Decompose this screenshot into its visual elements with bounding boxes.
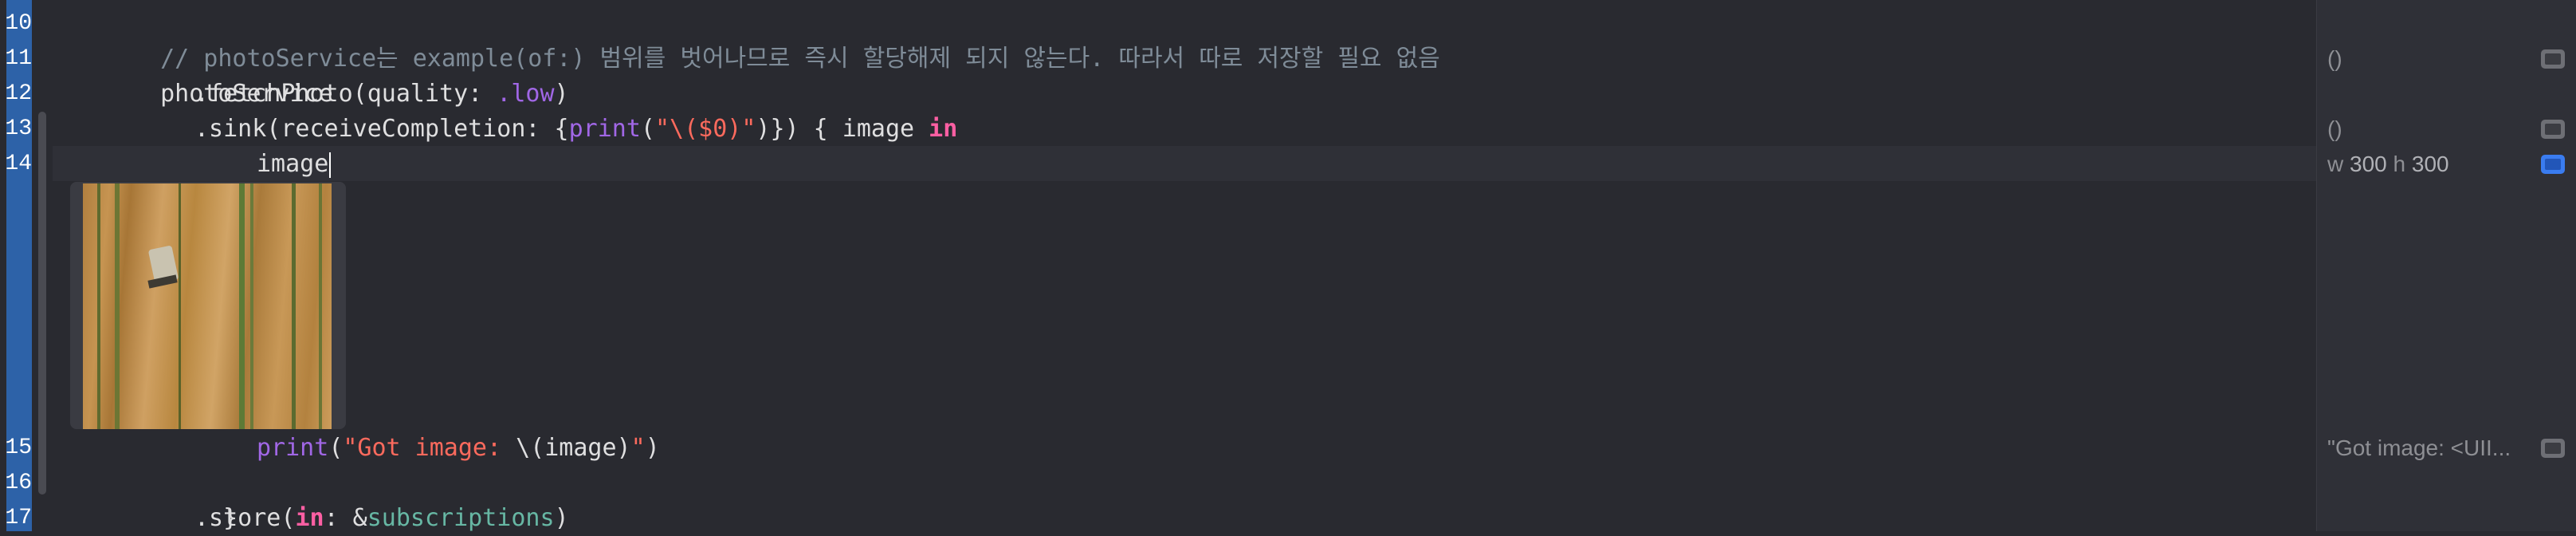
code-line-11[interactable]: photoService xyxy=(132,41,333,108)
code-punct: : & xyxy=(324,504,367,532)
code-punct: ) xyxy=(554,80,569,108)
code-punct: ) xyxy=(554,504,569,532)
code-line-12[interactable]: .fetchPhoto(quality: .low) xyxy=(194,77,569,112)
code-keyword: in xyxy=(929,115,958,143)
code-interpolation: \(image) xyxy=(516,434,631,462)
wheat-field-image xyxy=(83,183,332,429)
code-function: print xyxy=(257,434,329,462)
code-identifier: image xyxy=(257,150,329,178)
line-number: 16 xyxy=(5,471,32,495)
code-comment: // photoService는 example(of:) 범위를 벗어나므로 … xyxy=(160,45,1440,73)
quick-look-button[interactable] xyxy=(2541,439,2565,458)
height-label: h xyxy=(2393,152,2406,176)
code-call: .store( xyxy=(194,504,296,532)
width-value: 300 xyxy=(2350,152,2387,176)
code-keyword: in xyxy=(295,504,324,532)
show-result-inline-button[interactable] xyxy=(2541,155,2565,174)
code-punct: ( xyxy=(640,115,655,143)
text-cursor xyxy=(329,152,332,178)
code-punct: ( xyxy=(328,434,344,462)
result-image-size: w 300 h 300 xyxy=(2327,147,2449,182)
result-value: "Got image: <UII... xyxy=(2327,436,2511,460)
line-number: 10 xyxy=(5,11,32,36)
code-line-10[interactable]: // photoService는 example(of:) 범위를 벗어나므로 … xyxy=(132,6,1440,73)
line-number: 13 xyxy=(5,116,32,141)
code-string: " xyxy=(630,434,646,462)
code-string: "\($0)" xyxy=(654,115,756,143)
code-punct: ) xyxy=(645,434,660,462)
code-line-13[interactable]: .sink(receiveCompletion: {print("\($0)")… xyxy=(194,112,957,147)
line-number: 11 xyxy=(5,46,32,71)
code-call: .fetchPhoto(quality: xyxy=(194,80,497,108)
code-line-14[interactable]: image xyxy=(257,147,332,182)
code-line-15[interactable]: print("Got image: \(image)") xyxy=(257,431,660,466)
code-function: print xyxy=(568,115,641,143)
editor-scroll-rail[interactable] xyxy=(38,112,46,495)
quick-look-button[interactable] xyxy=(2541,120,2565,139)
quick-look-button[interactable] xyxy=(2541,49,2565,69)
result-value: () xyxy=(2327,116,2342,141)
code-property: subscriptions xyxy=(367,504,555,532)
code-string: "Got image: xyxy=(343,434,516,462)
width-label: w xyxy=(2327,152,2344,176)
code-punct: )}) { image xyxy=(756,115,929,143)
line-number: 14 xyxy=(5,152,32,176)
height-value: 300 xyxy=(2411,152,2449,176)
line-number: 12 xyxy=(5,81,32,106)
code-enum-member: .low xyxy=(497,80,555,108)
line-number: 17 xyxy=(5,506,32,530)
line-number: 15 xyxy=(5,436,32,460)
code-line-16[interactable]: } xyxy=(194,466,238,532)
code-call: .sink(receiveCompletion: { xyxy=(194,115,569,143)
code-line-17[interactable]: .store(in: &subscriptions) xyxy=(194,501,569,536)
result-value: () xyxy=(2327,46,2342,71)
current-line-highlight xyxy=(53,146,2316,181)
